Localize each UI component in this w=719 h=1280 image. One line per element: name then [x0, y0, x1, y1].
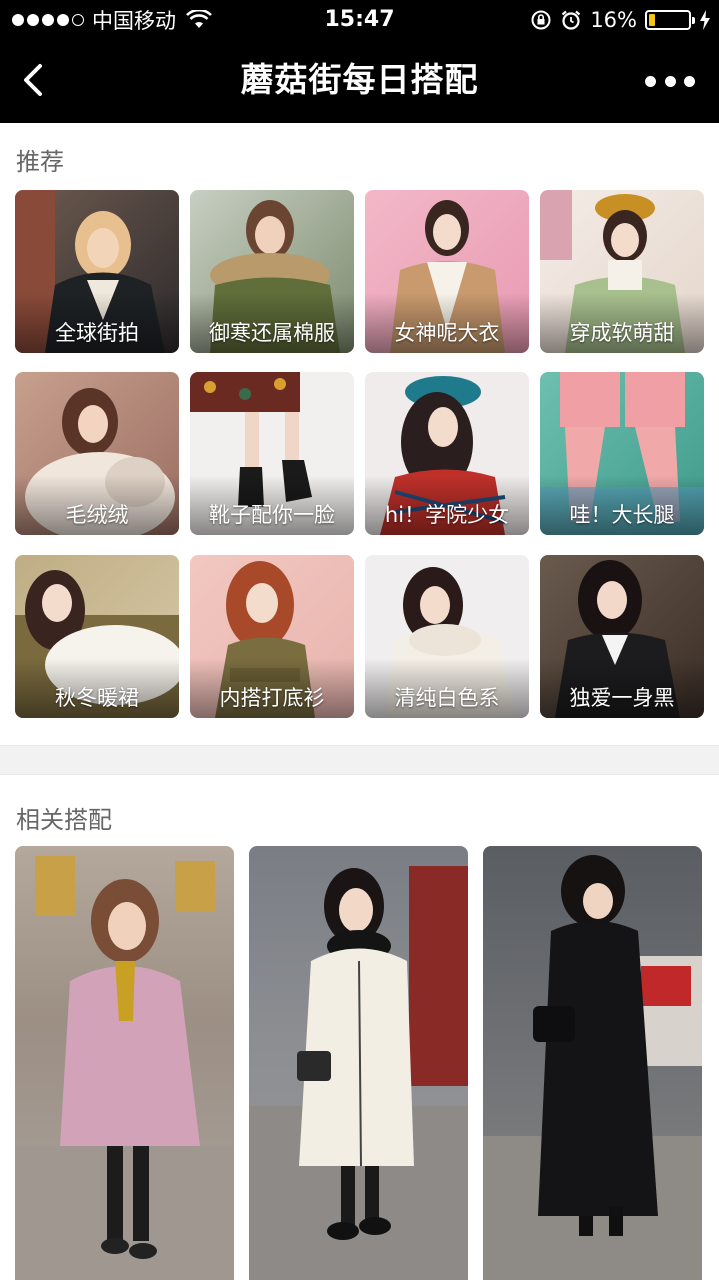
photo-placeholder [483, 855, 702, 1280]
recommend-card-label: hi！学院少女 [384, 503, 510, 527]
recommend-card-label: 毛绒绒 [65, 503, 129, 527]
recommend-card-label: 独爱一身黑 [569, 686, 675, 710]
recommend-card-label: 全球街拍 [55, 321, 139, 345]
related-card[interactable] [483, 846, 702, 1280]
section-divider [0, 745, 719, 775]
more-dots-icon [645, 75, 656, 87]
recommend-card-label: 清纯白色系 [394, 686, 500, 710]
battery-percent: 16% [590, 8, 637, 32]
recommend-card-label: 哇！大长腿 [569, 503, 675, 527]
status-right: 16% [530, 6, 711, 34]
recommend-card[interactable]: 内搭打底衫 [190, 555, 354, 718]
rotation-lock-icon [531, 10, 551, 30]
recommend-card[interactable]: 独爱一身黑 [540, 555, 704, 718]
related-card[interactable] [249, 846, 468, 1280]
recommend-card-label: 秋冬暖裙 [55, 686, 139, 710]
recommend-section-title: 推荐 [16, 148, 64, 176]
recommend-card-label: 内搭打底衫 [219, 686, 325, 710]
battery-icon [645, 10, 695, 30]
battery-level [649, 14, 655, 26]
recommend-card[interactable]: 毛绒绒 [15, 372, 179, 535]
status-bar: 中国移动 15:47 16% [0, 0, 719, 40]
recommend-card[interactable]: 穿成软萌甜 [540, 190, 704, 353]
recommend-card[interactable]: hi！学院少女 [365, 372, 529, 535]
photo-placeholder [249, 866, 468, 1280]
alarm-icon [562, 10, 581, 30]
charging-bolt-icon [700, 10, 710, 30]
recommend-card-label: 穿成软萌甜 [569, 321, 675, 345]
recommend-card[interactable]: 全球街拍 [15, 190, 179, 353]
recommend-card[interactable]: 秋冬暖裙 [15, 555, 179, 718]
nav-bar: 蘑菇街每日搭配 [0, 40, 719, 123]
photo-placeholder [15, 856, 234, 1280]
page-title: 蘑菇街每日搭配 [240, 60, 479, 99]
related-card[interactable] [15, 846, 234, 1280]
recommend-card[interactable]: 哇！大长腿 [540, 372, 704, 535]
recommend-card[interactable]: 清纯白色系 [365, 555, 529, 718]
recommend-card[interactable]: 御寒还属棉服 [190, 190, 354, 353]
more-button[interactable] [645, 70, 695, 92]
recommend-card[interactable]: 靴子配你一脸 [190, 372, 354, 535]
recommend-card-label: 御寒还属棉服 [209, 321, 335, 345]
recommend-card-label: 靴子配你一脸 [209, 503, 335, 527]
related-section-title: 相关搭配 [16, 806, 112, 834]
recommend-card-label: 女神呢大衣 [394, 321, 500, 345]
recommend-card[interactable]: 女神呢大衣 [365, 190, 529, 353]
